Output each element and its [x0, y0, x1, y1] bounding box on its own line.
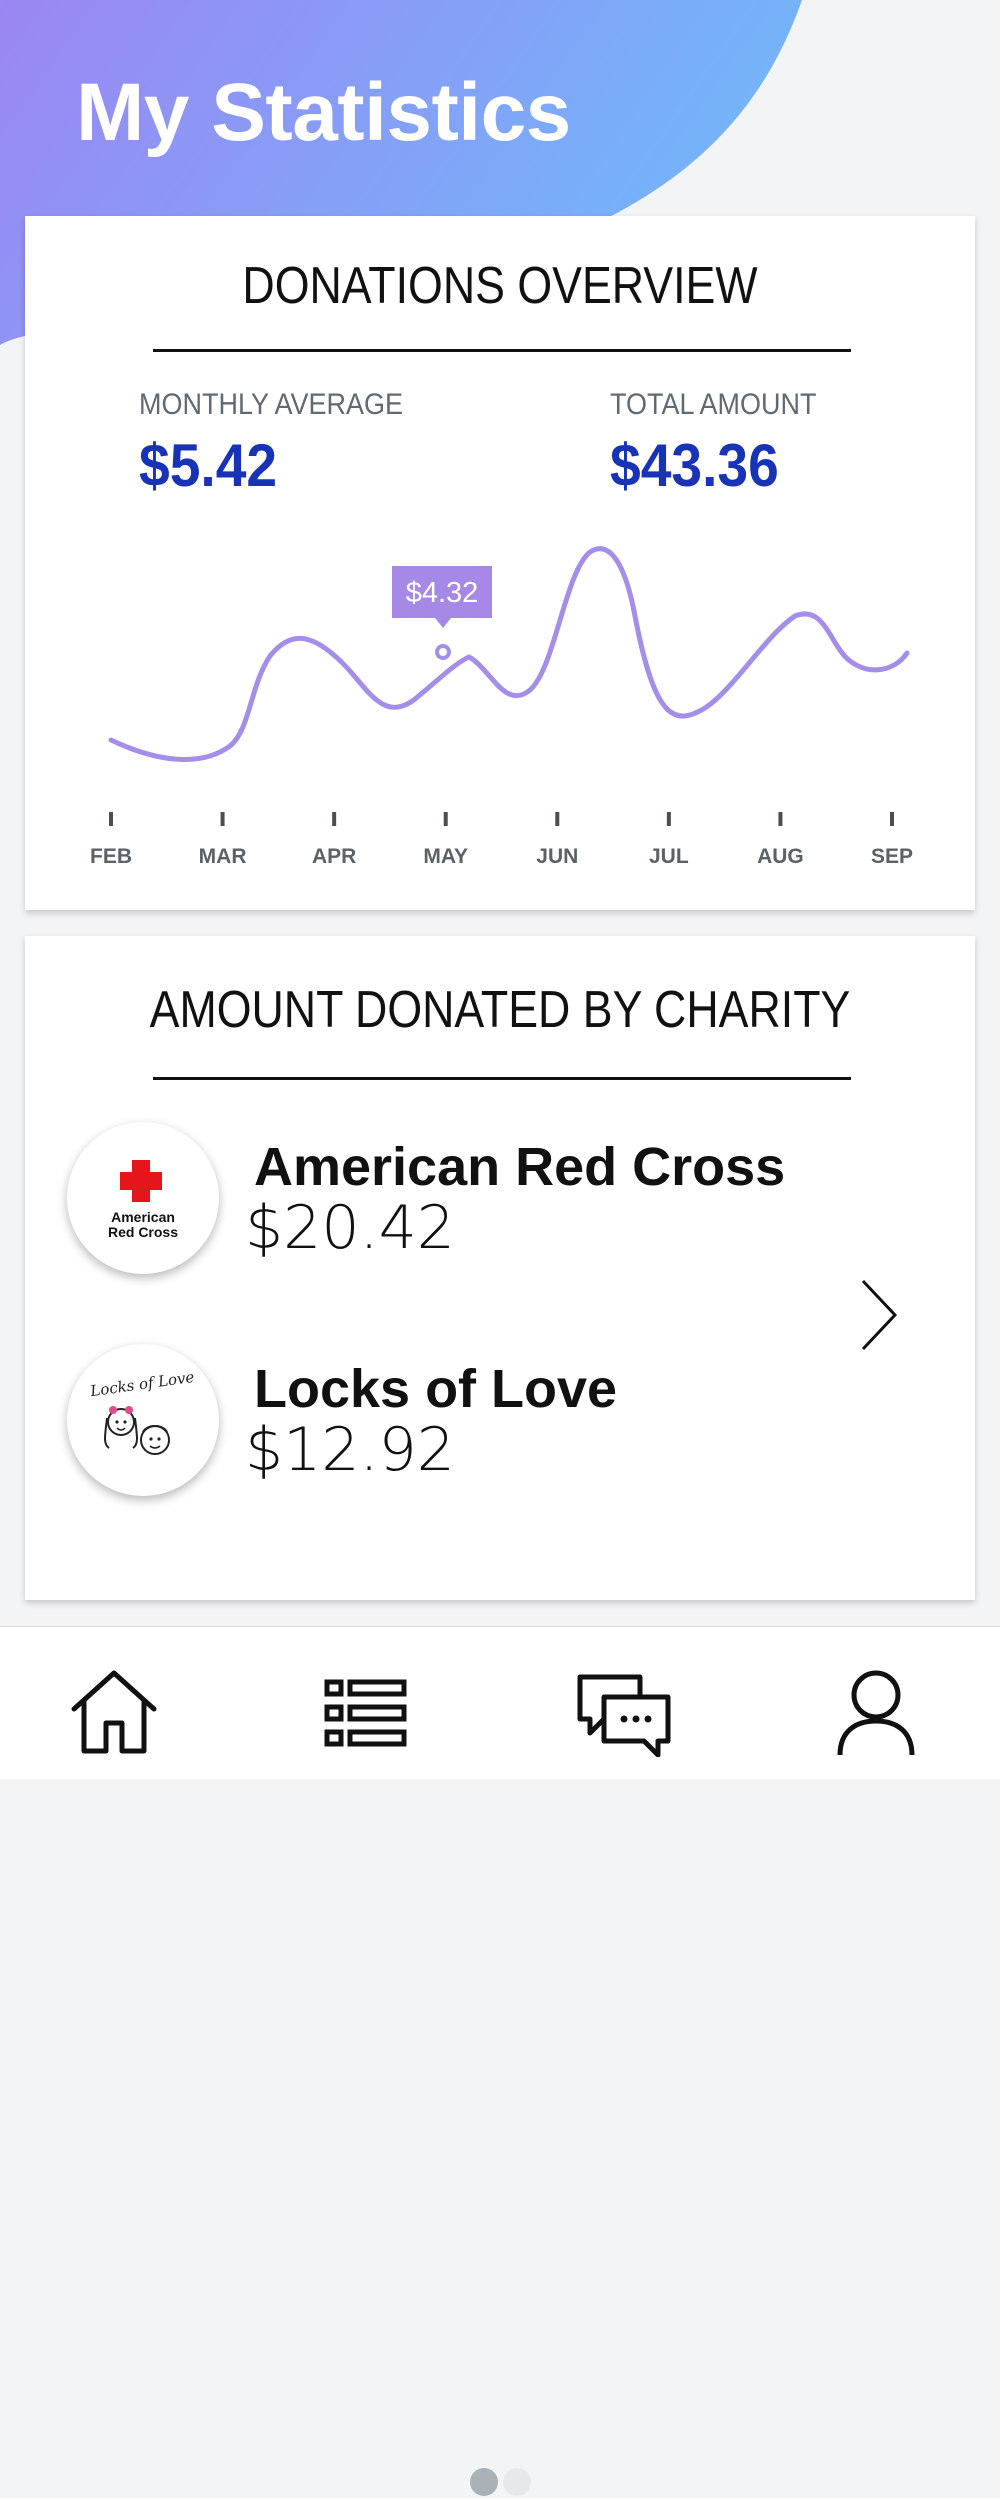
charity-name: Locks of Love [254, 1359, 618, 1419]
tooltip-pointer [435, 618, 451, 628]
locks-of-love-logo: Locks of Love [67, 1344, 219, 1496]
list-icon[interactable] [322, 1667, 422, 1757]
charity-title: AMOUNT DONATED BY CHARITY [149, 981, 851, 1039]
x-axis-label: JUN [536, 845, 578, 868]
x-axis-tick [778, 812, 783, 826]
x-axis-tick [443, 812, 448, 826]
x-axis-label: MAR [199, 845, 247, 868]
charity-amount: $12.92 [245, 1415, 455, 1485]
charity-divider [153, 1077, 851, 1080]
series-line [108, 546, 910, 762]
red-cross-icon: American Red Cross [108, 1160, 178, 1240]
x-axis-tick [666, 812, 671, 826]
x-axis-label: MAY [423, 845, 468, 868]
x-axis-tick [332, 812, 337, 826]
logo-text: Locks of Love [88, 1368, 195, 1401]
page-title: My Statistics [76, 67, 571, 158]
x-axis-tick [220, 812, 225, 826]
american-red-cross-logo: American Red Cross [67, 1122, 219, 1274]
x-axis-label: AUG [757, 845, 804, 868]
chat-icon[interactable] [574, 1667, 674, 1757]
pagination-dots [25, 2468, 975, 2498]
logo-text-line-1: American [111, 1209, 175, 1225]
pagination-dot-active[interactable] [470, 2468, 498, 2496]
pagination-dot[interactable] [503, 2468, 531, 2496]
charity-row-locks-of-love[interactable]: Locks of Love Locks of Love $12.92 [25, 1344, 895, 1504]
tooltip-label: $4.32 [406, 577, 479, 609]
charity-card: AMOUNT DONATED BY CHARITY American Red C… [25, 936, 975, 2496]
x-axis-label: JUL [649, 845, 689, 868]
highlight-point[interactable] [435, 644, 451, 660]
x-axis-label: FEB [90, 845, 132, 868]
bottom-navigation [0, 1626, 1000, 1779]
value-tooltip: $4.32 [392, 566, 492, 628]
logo-text-line-2: Red Cross [108, 1224, 178, 1240]
locks-of-love-icon: Locks of Love [88, 1368, 195, 1455]
profile-icon[interactable] [826, 1667, 926, 1757]
charity-name: American Red Cross [254, 1137, 786, 1197]
x-axis-label: APR [312, 845, 356, 868]
home-icon[interactable] [66, 1667, 166, 1757]
donations-line-chart: $4.32 FEB MAR APR MAY JUN JUL AUG SEP [90, 546, 913, 868]
charity-amount: $20.42 [245, 1193, 455, 1263]
donations-overview-card: DONATIONS OVERVIEW MONTHLY AVERAGE $5.42… [25, 216, 975, 910]
chevron-right-icon[interactable] [855, 1275, 905, 1355]
x-axis-tick [555, 812, 560, 826]
x-axis-label: SEP [871, 845, 913, 868]
charity-row-american-red-cross[interactable]: American Red Cross American Red Cross $2… [25, 1122, 895, 1282]
x-axis: FEB MAR APR MAY JUN JUL AUG SEP [90, 812, 913, 868]
x-axis-tick [109, 812, 113, 826]
x-axis-tick [890, 812, 894, 826]
